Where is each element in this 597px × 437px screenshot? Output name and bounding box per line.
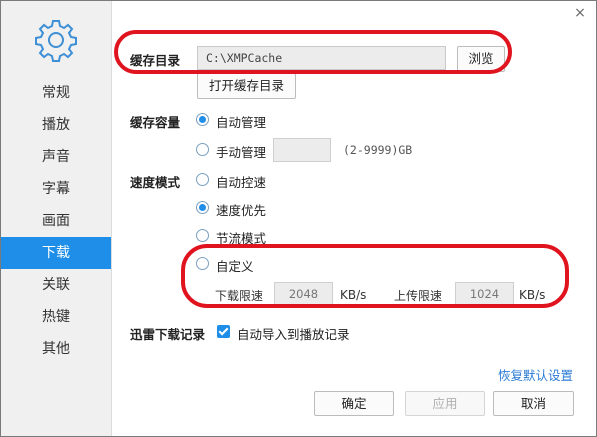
apply-button[interactable]: 应用	[405, 391, 485, 416]
sidebar-item-playback[interactable]: 播放	[1, 109, 111, 141]
radio-manual-manage-label: 手动管理	[216, 145, 267, 160]
sidebar-item-association[interactable]: 关联	[1, 269, 111, 301]
radio-speed-priority[interactable]	[196, 201, 209, 214]
download-record-label: 迅雷下载记录	[130, 327, 206, 342]
cache-size-label: 缓存容量	[130, 115, 181, 130]
radio-auto-speed-label: 自动控速	[216, 175, 267, 190]
sidebar-item-download[interactable]: 下载	[1, 237, 111, 269]
radio-manual-manage[interactable]	[196, 143, 209, 156]
ok-button[interactable]: 确定	[314, 391, 394, 416]
close-icon[interactable]: ×	[573, 6, 587, 20]
sidebar-item-sound[interactable]: 声音	[1, 141, 111, 173]
annotation-highlight-custom-speed	[181, 244, 569, 308]
radio-speed-priority-label: 速度优先	[216, 203, 267, 218]
size-range-hint: (2-9999)GB	[343, 143, 413, 157]
sidebar: 常规 播放 声音 字幕 画面 下载 关联 热键 其他	[1, 1, 112, 436]
import-record-label: 自动导入到播放记录	[237, 327, 350, 342]
radio-auto-manage[interactable]	[196, 113, 209, 126]
annotation-highlight-cache-dir	[114, 30, 512, 74]
sidebar-item-picture[interactable]: 画面	[1, 205, 111, 237]
restore-defaults-link[interactable]: 恢复默认设置	[498, 365, 573, 384]
speed-mode-label: 速度模式	[130, 175, 181, 190]
gear-icon	[35, 20, 77, 62]
open-cache-dir-button[interactable]: 打开缓存目录	[197, 73, 296, 99]
sidebar-item-hotkeys[interactable]: 热键	[1, 301, 111, 333]
sidebar-item-subtitles[interactable]: 字幕	[1, 173, 111, 205]
radio-auto-manage-label: 自动管理	[216, 115, 267, 130]
radio-throttle-mode[interactable]	[196, 229, 209, 242]
settings-dialog: 常规 播放 声音 字幕 画面 下载 关联 热键 其他 × 缓存目录 C:\XMP…	[0, 0, 597, 437]
sidebar-item-other[interactable]: 其他	[1, 333, 111, 365]
radio-auto-speed[interactable]	[196, 173, 209, 186]
manual-size-input[interactable]	[273, 138, 331, 162]
cancel-button[interactable]: 取消	[493, 391, 574, 416]
import-record-checkbox[interactable]	[217, 325, 230, 338]
sidebar-item-general[interactable]: 常规	[1, 77, 111, 109]
